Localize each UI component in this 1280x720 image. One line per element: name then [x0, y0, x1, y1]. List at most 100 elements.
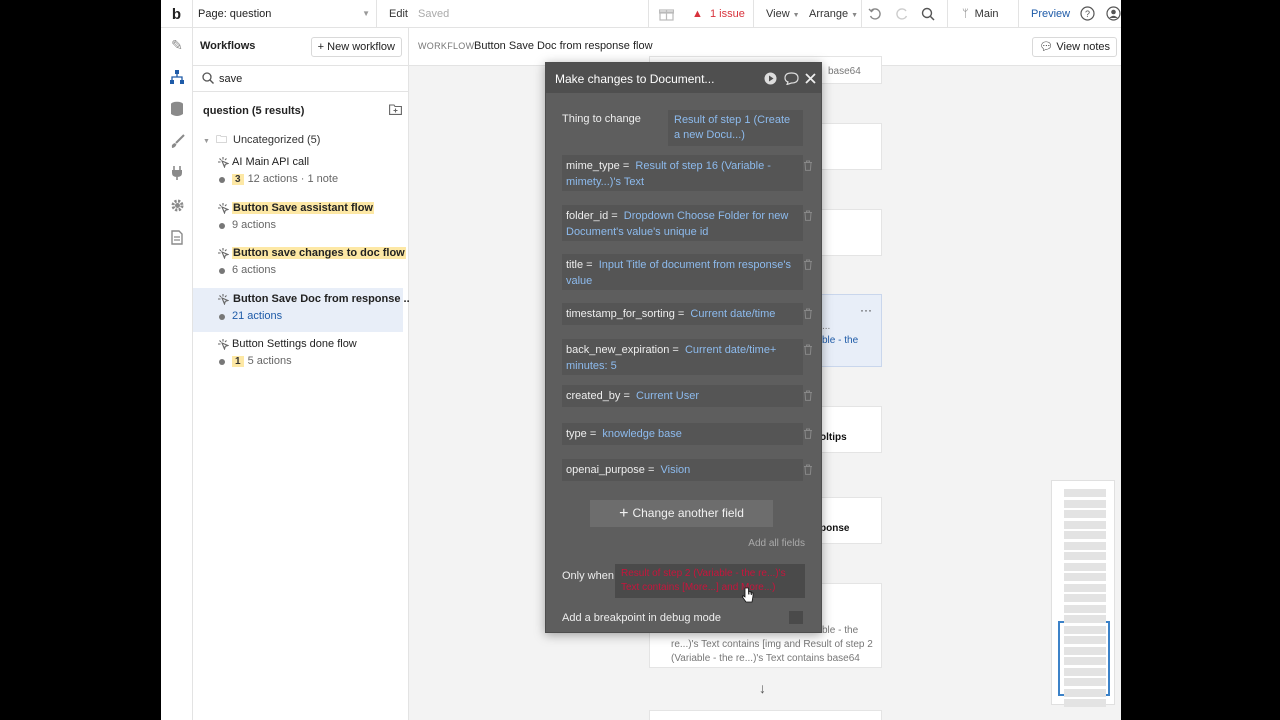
minimap-block [1064, 678, 1106, 686]
field-row-openai-purpose[interactable]: openai_purpose = Vision [562, 459, 812, 481]
comment-icon[interactable] [784, 72, 799, 85]
redo-icon[interactable] [895, 0, 909, 28]
workflow-item[interactable]: Button save changes to doc flow 6 actions [193, 242, 406, 286]
equals-sign: = [586, 428, 603, 440]
trash-icon[interactable] [803, 428, 813, 439]
new-workflow-button[interactable]: + New workflow [310, 37, 402, 57]
workflow-event-icon [218, 339, 229, 350]
logs-tab-icon[interactable] [167, 227, 187, 247]
trash-icon[interactable] [803, 344, 813, 355]
action-card[interactable] [649, 710, 882, 720]
trash-icon[interactable] [803, 464, 813, 475]
workflow-item[interactable]: Button Settings done flow 1 5 actions [193, 333, 403, 377]
edit-tab[interactable]: Edit [389, 0, 408, 28]
minimap-block [1064, 531, 1106, 539]
field-key: title [566, 259, 584, 271]
equals-sign: = [674, 308, 691, 320]
account-icon[interactable] [1106, 0, 1121, 28]
arrange-menu[interactable]: Arrange ▼ [809, 0, 858, 28]
field-value[interactable]: Current date/time [690, 308, 775, 320]
breakpoint-checkbox[interactable] [789, 611, 803, 624]
minimap-block [1064, 573, 1106, 581]
help-icon[interactable]: ? [1080, 0, 1095, 28]
thing-to-change-value[interactable]: Result of step 1 (Create a new Docu...) [668, 110, 803, 146]
only-when-label: Only when [562, 570, 614, 582]
view-notes-button[interactable]: 💬︎ View notes [1032, 37, 1117, 57]
field-row-timestamp-for-sorting[interactable]: timestamp_for_sorting = Current date/tim… [562, 303, 812, 325]
preview-button[interactable]: Preview [1031, 0, 1070, 28]
styles-tab-icon[interactable] [167, 131, 187, 151]
trash-icon[interactable] [803, 210, 813, 221]
field-value[interactable]: Vision [661, 464, 691, 476]
popup-title: Make changes to Document... [555, 72, 715, 86]
folder-uncategorized[interactable]: ▼ 🗀 Uncategorized (5) [203, 131, 320, 150]
search-icon[interactable] [921, 0, 935, 28]
field-key: type [566, 428, 587, 440]
saved-status: Saved [418, 8, 450, 20]
trash-icon[interactable] [803, 390, 813, 401]
workflows-panel-header: Workflows + New workflow [193, 28, 408, 66]
workflow-item[interactable]: Button Save assistant flow 9 actions [193, 197, 403, 241]
trash-icon[interactable] [803, 308, 813, 319]
add-all-fields-link[interactable]: Add all fields [748, 538, 805, 549]
settings-tab-icon[interactable] [167, 195, 187, 215]
branch-selector[interactable]: ᛘ Main [962, 0, 999, 28]
minimap[interactable] [1051, 480, 1115, 707]
gift-icon[interactable] [658, 0, 675, 28]
minimap-block [1064, 668, 1106, 676]
plus-icon: + [317, 41, 325, 53]
field-row-mime-type[interactable]: mime_type = Result of step 16 (Variable … [562, 155, 812, 191]
trash-icon[interactable] [803, 259, 813, 270]
card-menu-icon[interactable]: ··· [860, 303, 872, 317]
minimap-block [1064, 657, 1106, 665]
field-value[interactable]: Input Title of document from response's … [566, 259, 791, 287]
field-row-created-by[interactable]: created_by = Current User [562, 385, 812, 407]
search-input[interactable] [219, 69, 399, 89]
warning-icon: ▲ [692, 8, 703, 20]
bubble-logo[interactable]: b [161, 0, 193, 28]
chevron-down-icon: ▼ [792, 12, 800, 19]
status-dot [219, 314, 225, 320]
change-another-field-button[interactable]: + Change another field [590, 500, 773, 527]
search-icon [202, 72, 214, 84]
play-icon[interactable] [764, 72, 777, 85]
arrow-down-icon: ↓ [759, 680, 766, 696]
card-text: re...)'s Text contains [img and Result o… [671, 639, 873, 650]
design-tab-icon[interactable]: ✎ [167, 35, 187, 55]
minimap-block [1064, 594, 1106, 602]
field-row-back-new-expiration[interactable]: back_new_expiration = Current date/time+… [562, 339, 812, 375]
field-value[interactable]: Current User [636, 390, 699, 402]
only-when-condition[interactable]: Result of step 2 (Variable - the re...)'… [615, 564, 805, 598]
breakpoint-label: Add a breakpoint in debug mode [562, 612, 722, 624]
chevron-down-icon: ▼ [851, 12, 859, 19]
branch-label: Main [974, 8, 999, 20]
plugins-tab-icon[interactable] [167, 163, 187, 183]
card-text: ble - the [822, 335, 859, 346]
workflow-item[interactable]: Button Save Doc from response ... 21 acti… [193, 288, 413, 332]
minimap-block [1064, 521, 1106, 529]
change-another-field-label: Change another field [632, 506, 744, 520]
close-icon[interactable] [805, 72, 816, 85]
workflow-item-actions: 21 actions [232, 310, 283, 322]
card-text: (Variable - the re...)'s Text contains b… [671, 653, 860, 664]
issues-button[interactable]: ▲ 1 issue [692, 0, 745, 28]
chevron-down-icon: ▼ [203, 138, 210, 145]
issues-label: 1 issue [709, 8, 745, 20]
field-row-folder-id[interactable]: folder_id = Dropdown Choose Folder for n… [562, 205, 812, 241]
field-row-type[interactable]: type = knowledge base [562, 423, 812, 445]
equals-sign: = [583, 259, 599, 271]
workflow-tab-icon[interactable] [167, 67, 187, 87]
workflow-item[interactable]: AI Main API call 3 12 actions · 1 note [193, 151, 403, 195]
field-key: back_new_expiration [566, 344, 670, 356]
field-row-title[interactable]: title = Input Title of document from res… [562, 254, 812, 290]
data-tab-icon[interactable] [167, 99, 187, 119]
view-menu-label: View [766, 8, 790, 20]
add-folder-icon[interactable] [389, 104, 402, 115]
view-menu[interactable]: View ▼ [766, 0, 800, 28]
trash-icon[interactable] [803, 160, 813, 171]
field-key: created_by [566, 390, 621, 402]
workflow-name[interactable]: Button Save Doc from response flow [474, 40, 653, 52]
field-value[interactable]: knowledge base [602, 428, 682, 440]
page-selector[interactable]: Page: question ▼ [193, 0, 377, 28]
undo-icon[interactable] [868, 0, 882, 28]
